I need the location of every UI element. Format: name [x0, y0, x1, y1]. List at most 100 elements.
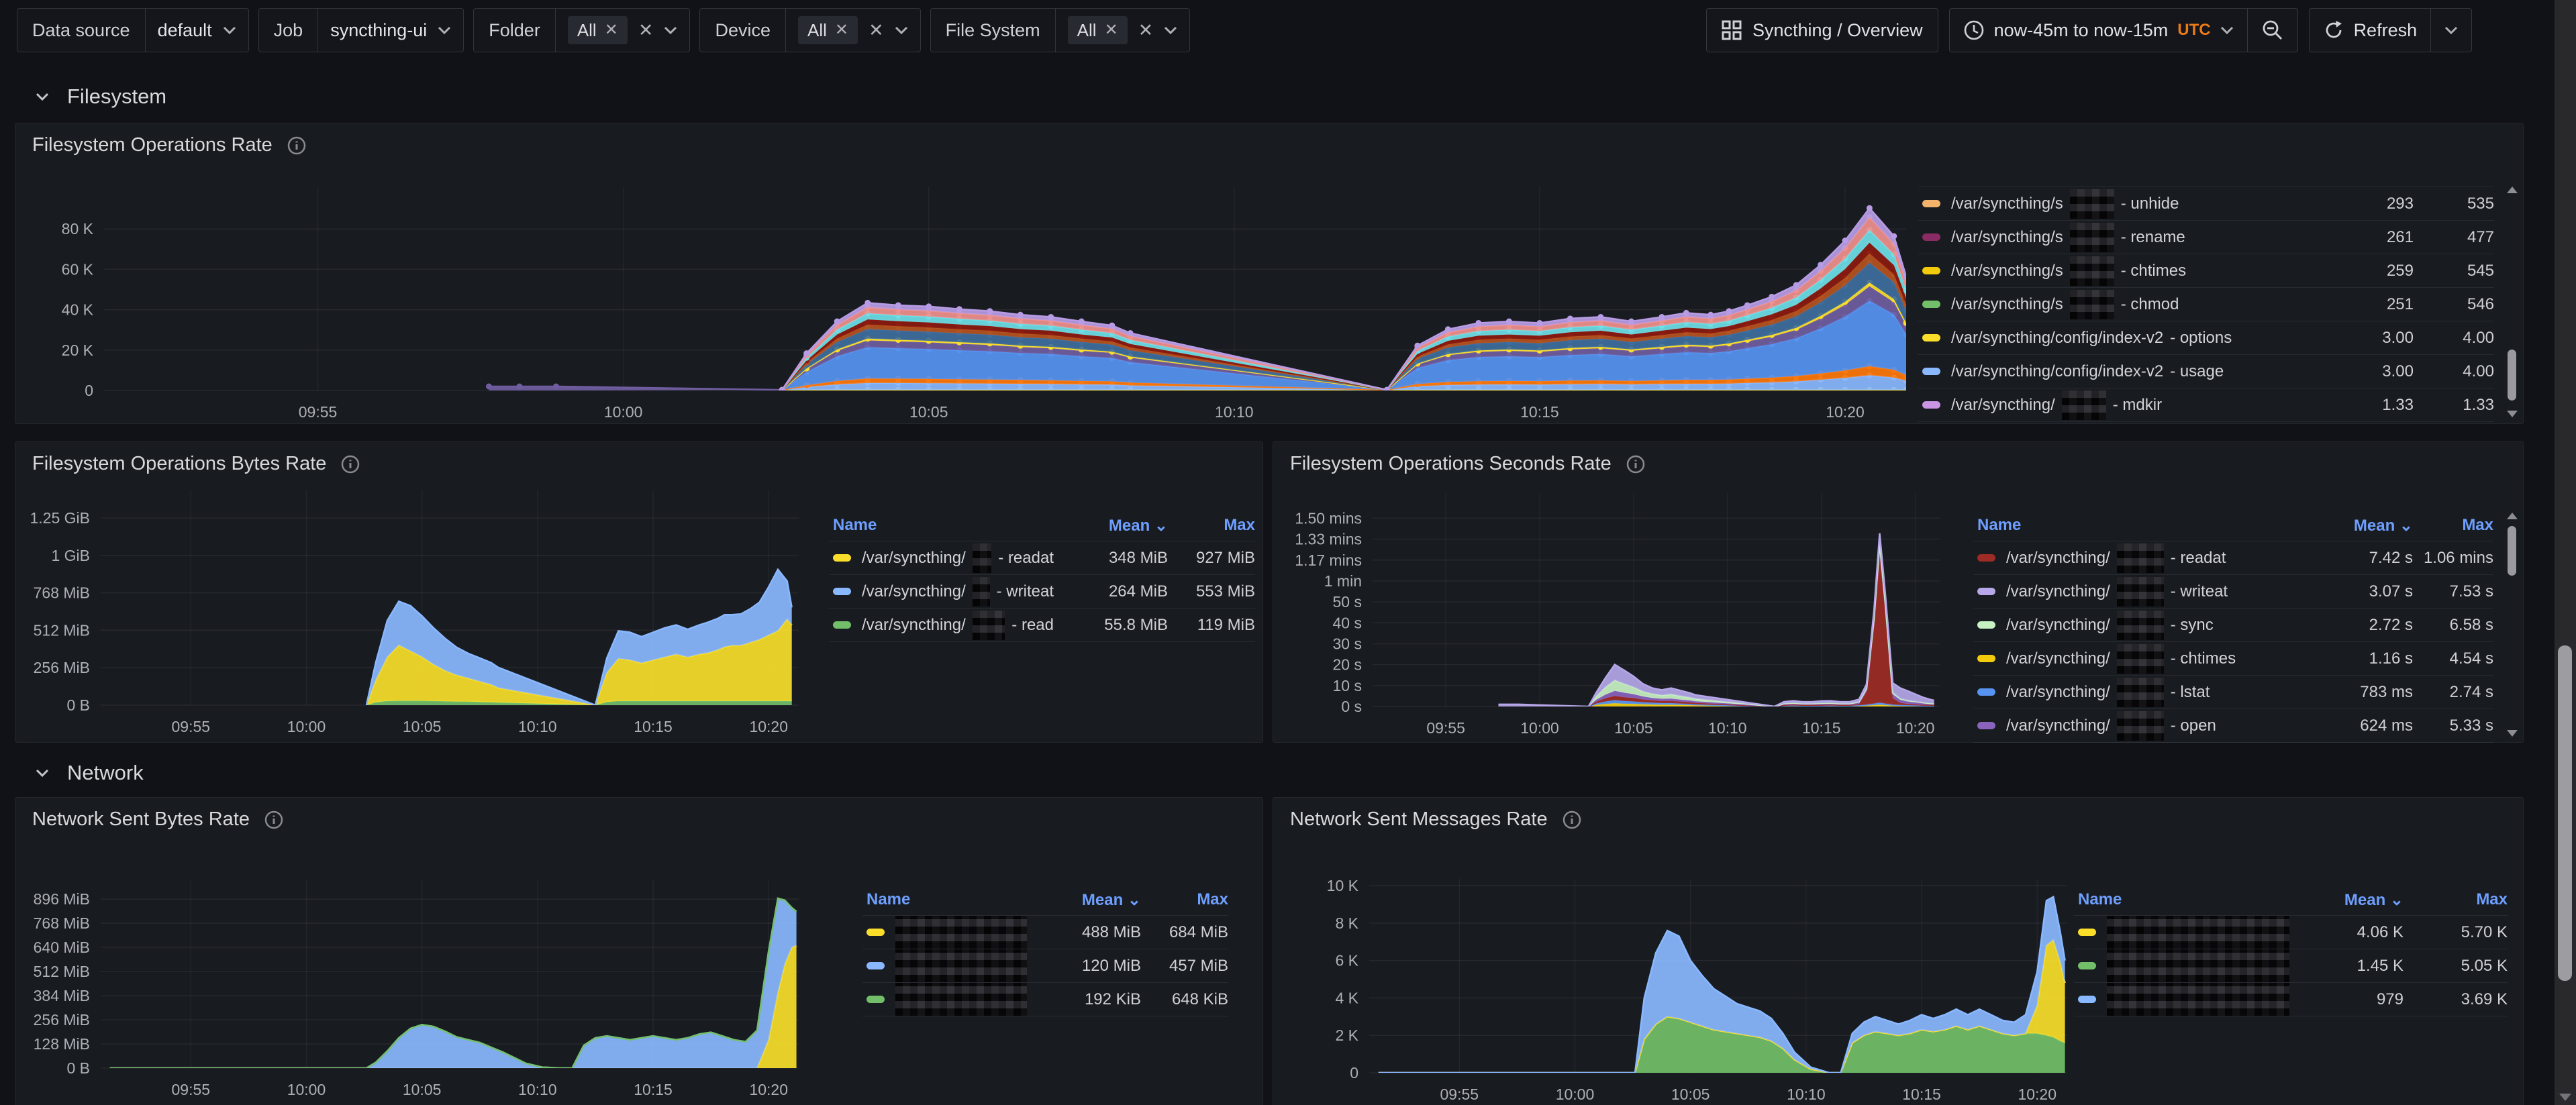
legend-col-max[interactable]: Max [2404, 890, 2508, 909]
legend-row[interactable]: /var/syncthing/- open624 ms5.33 s [1973, 709, 2493, 743]
series-color-swatch[interactable] [866, 962, 885, 969]
filter-value[interactable]: All✕✕ [1056, 9, 1190, 52]
zoom-out-button[interactable] [2248, 9, 2297, 52]
clear-all-icon[interactable]: ✕ [1138, 21, 1154, 40]
series-color-swatch[interactable] [2078, 962, 2096, 969]
panel-header[interactable]: Filesystem Operations Seconds Rate [1290, 453, 1645, 475]
legend-row[interactable]: /var/syncthing/s- chtimes259545 [1918, 254, 2494, 288]
time-series-chart-fs-ops-rate[interactable]: 020 K40 K60 K80 K09:5510:0010:0510:1010:… [30, 181, 1923, 429]
panel-header[interactable]: Network Sent Messages Rate [1290, 808, 1581, 831]
legend-row[interactable]: /var/syncthing/- writeat264 MiB553 MiB [829, 575, 1255, 609]
legend-row[interactable]: /var/syncthing/- readat348 MiB927 MiB [829, 541, 1255, 575]
legend-row[interactable]: /var/syncthing/- lstat783 ms2.74 s [1973, 676, 2493, 709]
info-icon[interactable] [341, 455, 360, 474]
series-color-swatch[interactable] [1922, 301, 1940, 308]
legend-col-max[interactable]: Max [1168, 516, 1255, 535]
legend-row[interactable]: /var/syncthing/s- chmod251546 [1918, 288, 2494, 321]
legend-row[interactable]: /var/syncthing/s- rename261477 [1918, 221, 2494, 254]
scrollbar-thumb[interactable] [2508, 526, 2516, 576]
legend-col-max[interactable]: Max [2413, 516, 2493, 535]
legend-row[interactable]: /var/syncthing/- chtimes1.16 s4.54 s [1973, 642, 2493, 676]
series-color-swatch[interactable] [1977, 588, 1995, 595]
series-color-swatch[interactable] [833, 588, 851, 595]
series-color-swatch[interactable] [1977, 621, 1995, 629]
time-series-chart-net-sent-msgs[interactable]: 02 K4 K6 K8 K10 K09:5510:0010:0510:1010:… [1295, 871, 2084, 1105]
filter-pill-folder[interactable]: FolderAll✕✕ [473, 8, 690, 52]
series-color-swatch[interactable] [866, 929, 885, 936]
filter-value[interactable]: All✕✕ [556, 9, 690, 52]
filter-pill-file-system[interactable]: File SystemAll✕✕ [930, 8, 1191, 52]
section-filesystem[interactable]: Filesystem [35, 85, 166, 109]
info-icon[interactable] [1563, 810, 1581, 829]
clear-all-icon[interactable]: ✕ [869, 21, 884, 40]
series-color-swatch[interactable] [1922, 267, 1940, 274]
panel-header[interactable]: Filesystem Operations Bytes Rate [32, 453, 360, 475]
legend-scrollbar[interactable] [2506, 511, 2519, 738]
legend-row[interactable]: 488 MiB684 MiB [862, 916, 1228, 949]
filter-value[interactable]: default [146, 9, 248, 52]
legend-col-mean[interactable]: Mean ⌄ [1054, 516, 1168, 535]
panel-header[interactable]: Network Sent Bytes Rate [32, 808, 283, 831]
legend-row[interactable]: /var/syncthing/- readat7.42 s1.06 mins [1973, 541, 2493, 575]
legend-row[interactable]: /var/syncthing/- mdkir1.331.33 [1918, 388, 2494, 422]
selected-option-chip[interactable]: All✕ [568, 16, 628, 44]
series-color-swatch[interactable] [1977, 722, 1995, 729]
legend-row[interactable]: /var/syncthing/s- unhide293535 [1918, 187, 2494, 221]
refresh-interval-dropdown[interactable] [2431, 9, 2471, 52]
legend-row[interactable]: 1.45 K5.05 K [2074, 949, 2508, 983]
filter-value[interactable]: All✕✕ [786, 9, 920, 52]
page-scrollbar[interactable] [2555, 0, 2576, 1105]
series-color-swatch[interactable] [833, 621, 851, 629]
legend-row[interactable]: /var/syncthing/- sync2.72 s6.58 s [1973, 609, 2493, 642]
section-network[interactable]: Network [35, 761, 144, 785]
legend-col-name[interactable]: Name [829, 516, 1054, 535]
series-color-swatch[interactable] [1922, 401, 1940, 409]
legend-col-mean[interactable]: Mean ⌄ [1027, 890, 1141, 910]
legend-col-max[interactable]: Max [1141, 890, 1228, 909]
time-series-chart-net-sent-bytes[interactable]: 0 B128 MiB256 MiB384 MiB512 MiB640 MiB76… [27, 871, 815, 1105]
series-color-swatch[interactable] [1922, 368, 1940, 375]
filter-value[interactable]: syncthing-ui [318, 9, 463, 52]
remove-option-icon[interactable]: ✕ [835, 22, 848, 38]
legend-col-name[interactable]: Name [862, 890, 1027, 909]
legend-row[interactable]: /var/syncthing/config/index-v2- options3… [1918, 321, 2494, 355]
scroll-down-icon[interactable] [2507, 411, 2518, 417]
remove-option-icon[interactable]: ✕ [1105, 22, 1118, 38]
filter-pill-data-source[interactable]: Data sourcedefault [17, 8, 249, 52]
legend-row[interactable]: /var/syncthing/- writeat3.07 s7.53 s [1973, 575, 2493, 609]
filter-pill-job[interactable]: Jobsyncthing-ui [258, 8, 464, 52]
legend-row[interactable]: 120 MiB457 MiB [862, 949, 1228, 983]
scroll-down-icon[interactable] [2559, 1094, 2571, 1101]
scroll-down-icon[interactable] [2507, 730, 2518, 737]
series-color-swatch[interactable] [2078, 996, 2096, 1003]
scrollbar-thumb[interactable] [2508, 350, 2516, 401]
legend-row[interactable]: 4.06 K5.70 K [2074, 916, 2508, 949]
legend-col-name[interactable]: Name [2074, 890, 2289, 909]
panel-header[interactable]: Filesystem Operations Rate [32, 134, 306, 156]
scroll-up-icon[interactable] [2507, 513, 2518, 519]
remove-option-icon[interactable]: ✕ [605, 22, 618, 38]
series-color-swatch[interactable] [1922, 200, 1940, 207]
series-color-swatch[interactable] [1977, 688, 1995, 696]
time-range-button[interactable]: now-45m to now-15m UTC [1950, 9, 2247, 52]
selected-option-chip[interactable]: All✕ [1068, 16, 1128, 44]
series-color-swatch[interactable] [833, 554, 851, 562]
legend-col-mean[interactable]: Mean ⌄ [2306, 516, 2413, 535]
info-icon[interactable] [264, 810, 283, 829]
legend-row[interactable]: /var/syncthing/config/index-v2- usage3.0… [1918, 355, 2494, 388]
series-color-swatch[interactable] [1977, 655, 1995, 662]
filter-pill-device[interactable]: DeviceAll✕✕ [699, 8, 920, 52]
legend-col-mean[interactable]: Mean ⌄ [2289, 890, 2404, 910]
time-series-chart-fs-seconds-rate[interactable]: 0 s10 s20 s30 s40 s50 s1 min1.17 mins1.3… [1292, 485, 1956, 745]
legend-row[interactable]: /var/syncthing/- read55.8 MiB119 MiB [829, 609, 1255, 642]
series-color-swatch[interactable] [1922, 334, 1940, 341]
scroll-up-icon[interactable] [2507, 187, 2518, 193]
legend-col-name[interactable]: Name [1973, 516, 2306, 535]
page-scrollbar-thumb[interactable] [2558, 645, 2572, 981]
clear-all-icon[interactable]: ✕ [638, 21, 654, 40]
refresh-button[interactable]: Refresh [2310, 9, 2431, 52]
dashboard-picker-button[interactable]: Syncthing / Overview [1706, 8, 1938, 52]
time-series-chart-fs-bytes-rate[interactable]: 0 B256 MiB512 MiB768 MiB1 GiB1.25 GiB09:… [27, 482, 815, 743]
legend-scrollbar[interactable] [2506, 185, 2519, 419]
info-icon[interactable] [1626, 455, 1645, 474]
